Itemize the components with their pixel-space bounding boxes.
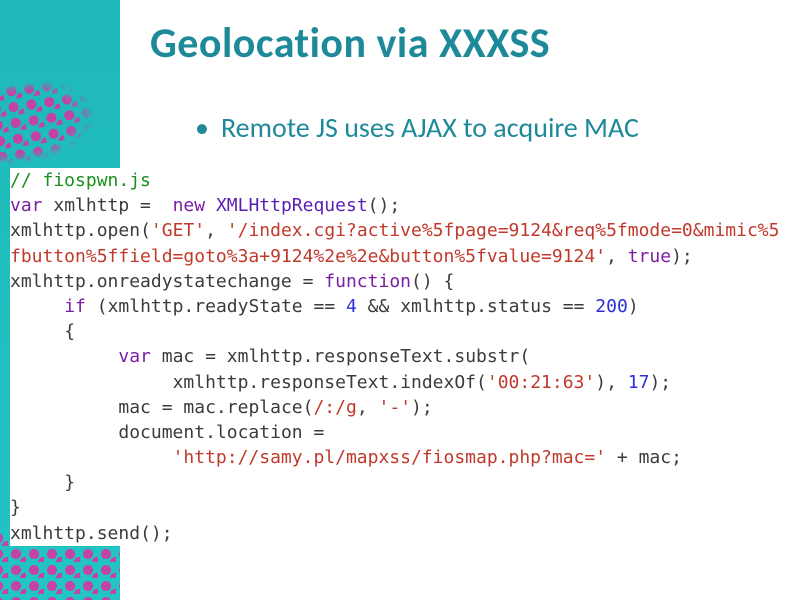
kw-true: true [628,246,671,267]
str-dash: '-' [379,397,412,418]
num-200: 200 [595,296,628,317]
m-responsetext: responseText [313,346,443,367]
code-block: // fiospwn.js var xmlhttp = new XMLHttpR… [10,168,790,546]
kw-var: var [10,195,43,216]
slide-title: Geolocation via XXXSS [150,18,550,69]
cls-xmlhttprequest: XMLHttpRequest [216,195,368,216]
num-4: 4 [346,296,357,317]
m-open: open [97,220,140,241]
decor-dots-top [0,66,120,176]
m-send: send [97,523,140,544]
m-replace: replace [227,397,303,418]
str-get: 'GET' [151,220,205,241]
m-readystate: readyState [194,296,302,317]
slide: Geolocation via XXXSS • Remote JS uses A… [0,0,800,600]
kw-new: new [173,195,206,216]
m-status: status [487,296,552,317]
id-mac: mac [162,346,195,367]
bullet-text: Remote JS uses AJAX to acquire MAC [221,110,639,145]
num-17: 17 [628,372,650,393]
kw-function: function [324,271,411,292]
code-comment: // fiospwn.js [10,170,151,191]
id-document: document [118,422,205,443]
m-indexof: indexOf [400,372,476,393]
str-mapurl: 'http://samy.pl/mapxss/fiosmap.php?mac=' [173,447,606,468]
m-substr: substr [454,346,519,367]
regex-colon: /:/g [313,397,356,418]
bullet-item: • Remote JS uses AJAX to acquire MAC [195,110,639,145]
id-xmlhttp: xmlhttp [53,195,129,216]
bullet-dot-icon: • [195,114,209,142]
m-onreadystatechange: onreadystatechange [97,271,292,292]
id-location: location [216,422,303,443]
kw-if: if [64,296,86,317]
str-macprefix: '00:21:63' [487,372,595,393]
